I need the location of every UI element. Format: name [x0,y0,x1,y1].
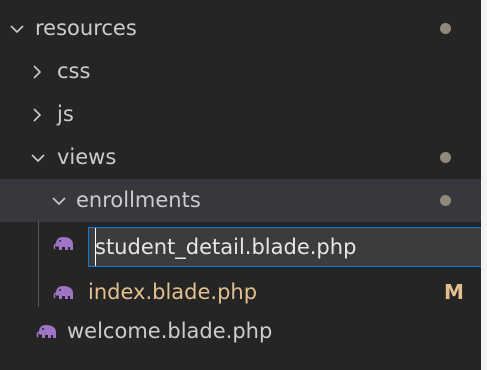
git-status-badge: M [444,280,464,304]
chevron-right-icon [33,50,41,93]
rename-input-value[interactable]: student_detail.blade.php [95,228,356,266]
folder-label: resources [35,16,137,40]
elephant-icon [53,285,75,300]
tree-item-welcome-blade[interactable]: welcome.blade.php [0,310,481,353]
folder-label: enrollments [76,188,201,212]
file-explorer: resources css js views enrollments stude… [0,0,481,370]
rename-input[interactable]: student_detail.blade.php [88,227,481,267]
file-label: index.blade.php [88,280,258,304]
folder-label: views [57,145,117,169]
file-label: welcome.blade.php [67,319,273,343]
chevron-down-icon [31,136,45,179]
modified-dot-icon [440,23,451,34]
tree-item-enrollments[interactable]: enrollments [0,179,481,222]
chevron-down-icon [52,179,66,222]
text-cursor [95,228,96,266]
folder-label: js [57,102,74,126]
folder-label: css [57,59,91,83]
modified-dot-icon [440,152,451,163]
chevron-right-icon [33,93,41,136]
tree-item-index-blade[interactable]: index.blade.php M [0,271,481,314]
elephant-icon [53,236,75,251]
tree-item-css[interactable]: css [0,50,481,93]
elephant-icon [36,324,58,339]
tree-item-views[interactable]: views [0,136,481,179]
chevron-down-icon [10,7,24,50]
modified-dot-icon [440,195,451,206]
tree-item-js[interactable]: js [0,93,481,136]
tree-item-resources[interactable]: resources [0,7,481,50]
window-edge [481,0,487,370]
